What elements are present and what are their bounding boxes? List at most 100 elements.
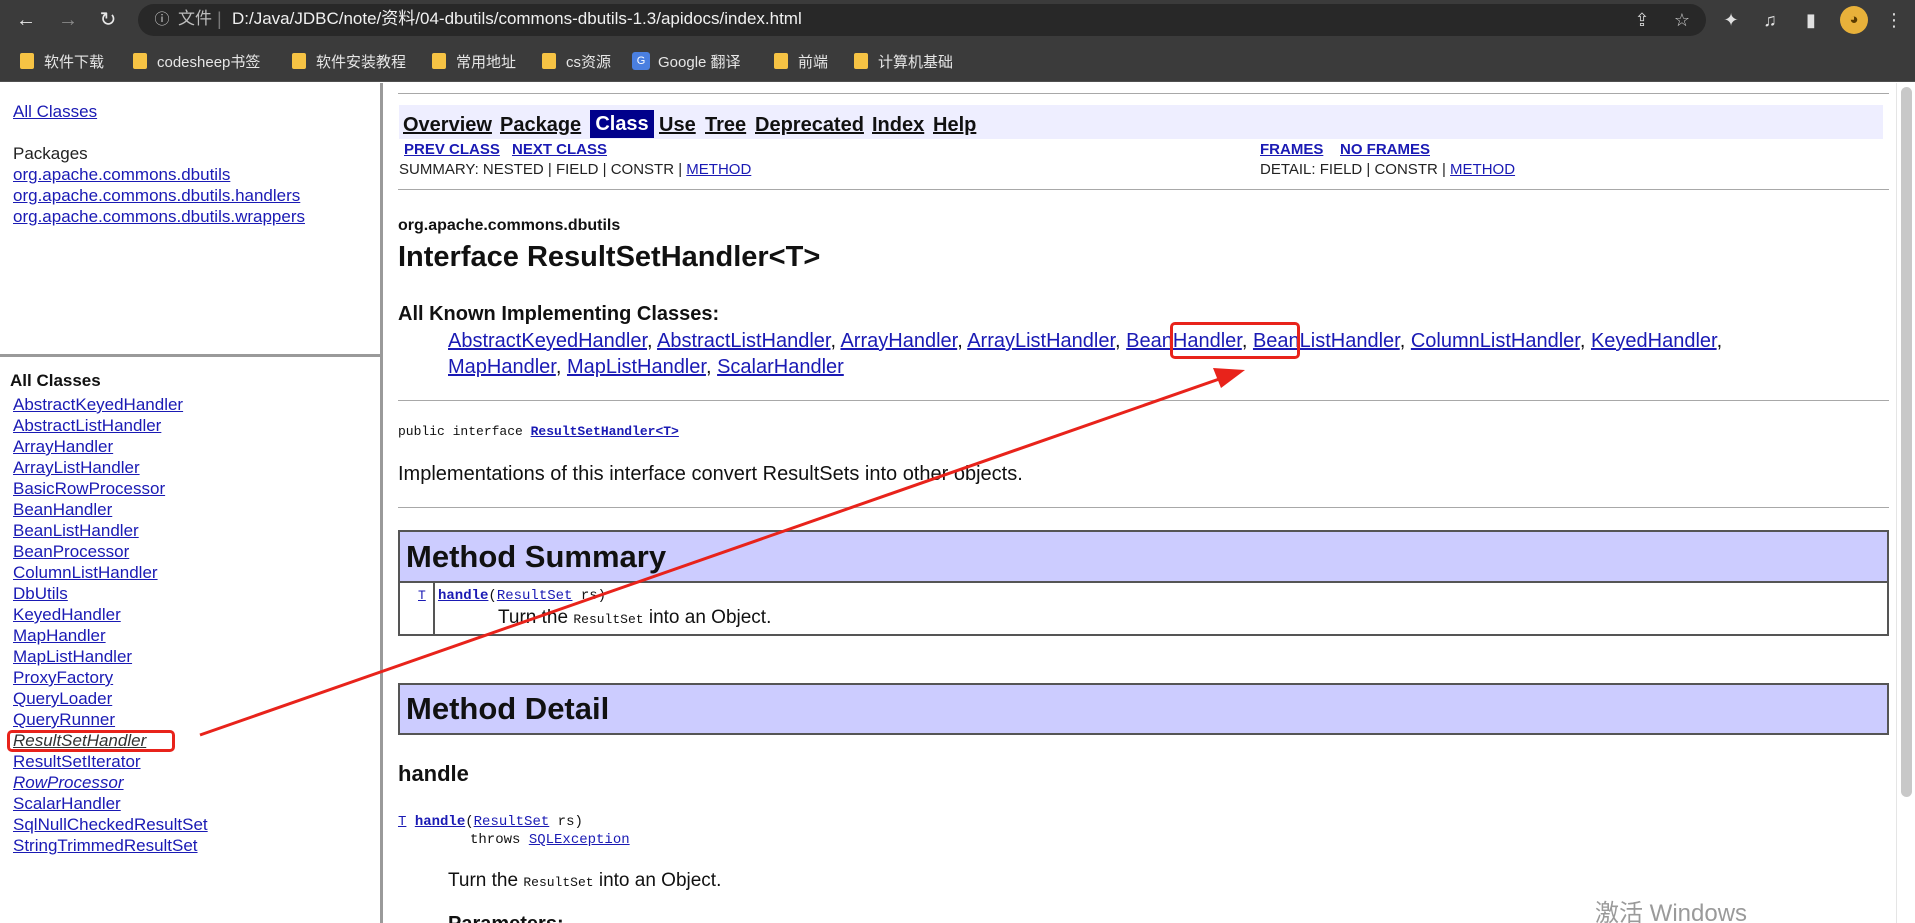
summary-method-link[interactable]: handle <box>438 588 488 604</box>
impl-class-link[interactable]: ArrayHandler <box>840 330 957 352</box>
detail-desc-b: into an Object. <box>593 870 722 891</box>
class-link[interactable]: StringTrimmedResultSet <box>13 836 198 856</box>
package-link[interactable]: org.apache.commons.dbutils.wrappers <box>13 207 305 227</box>
class-link[interactable]: ResultSetIterator <box>13 752 141 772</box>
nav-overview[interactable]: Overview <box>403 113 492 137</box>
detail-method-link[interactable]: METHOD <box>1450 161 1515 178</box>
bookmark-item[interactable]: 前端 <box>774 50 828 72</box>
bookmark-item[interactable]: 软件下载 <box>20 50 104 72</box>
class-link[interactable]: BeanListHandler <box>13 521 139 541</box>
annotation-highlight-beanhandler <box>1170 322 1300 359</box>
address-separator: | <box>217 9 222 29</box>
nav-package[interactable]: Package <box>500 113 581 137</box>
class-link[interactable]: ScalarHandler <box>13 794 121 814</box>
nav-index[interactable]: Index <box>872 113 924 137</box>
summary-type-link[interactable]: T <box>418 588 426 603</box>
detail-param-type-link[interactable]: ResultSet <box>474 814 550 830</box>
bookmark-item[interactable]: 计算机基础 <box>854 50 953 72</box>
nav-help[interactable]: Help <box>933 113 976 137</box>
folder-icon <box>854 53 868 69</box>
summary-desc-b: into an Object. <box>643 607 772 628</box>
impl-class-link[interactable]: ScalarHandler <box>717 356 844 378</box>
class-link[interactable]: BeanProcessor <box>13 542 129 562</box>
class-link[interactable]: QueryLoader <box>13 689 112 709</box>
impl-class-link[interactable]: ColumnListHandler <box>1411 330 1580 352</box>
reload-icon[interactable]: ↻ <box>96 8 120 32</box>
forward-arrow-icon[interactable]: → <box>56 8 80 32</box>
decl-link[interactable]: ResultSetHandler<T> <box>531 424 679 439</box>
all-classes-title: All Classes <box>10 371 101 390</box>
summary-param-type-link[interactable]: ResultSet <box>497 588 573 604</box>
class-link[interactable]: DbUtils <box>13 584 68 604</box>
method-summary-row: T handle(ResultSet rs) Turn the ResultSe… <box>400 583 1887 635</box>
class-link[interactable]: ArrayHandler <box>13 437 113 457</box>
class-link[interactable]: BasicRowProcessor <box>13 479 165 499</box>
nav-tree[interactable]: Tree <box>705 113 746 137</box>
media-control-icon[interactable]: ♫ <box>1758 8 1782 32</box>
nav-use[interactable]: Use <box>659 113 696 137</box>
folder-icon <box>774 53 788 69</box>
scrollbar[interactable] <box>1896 83 1915 923</box>
folder-icon <box>292 53 306 69</box>
impl-class-link[interactable]: MapListHandler <box>567 356 706 378</box>
class-link[interactable]: ProxyFactory <box>13 668 113 688</box>
class-link[interactable]: AbstractListHandler <box>13 416 161 436</box>
info-icon[interactable]: ⓘ <box>152 10 172 30</box>
divider <box>398 400 1889 401</box>
method-detail-heading: handle <box>398 761 469 786</box>
class-link[interactable]: RowProcessor <box>13 773 124 793</box>
class-link[interactable]: MapListHandler <box>13 647 132 667</box>
bookmark-item[interactable]: G Google 翻译 <box>632 50 741 72</box>
impl-class-link[interactable]: MapHandler <box>448 356 556 378</box>
no-frames-link[interactable]: NO FRAMES <box>1340 141 1430 159</box>
summary-nav: SUMMARY: NESTED | FIELD | CONSTR | METHO… <box>399 161 751 179</box>
detail-method-link[interactable]: handle <box>415 814 465 830</box>
side-panel-icon[interactable]: ▮ <box>1799 8 1823 32</box>
star-icon[interactable]: ☆ <box>1670 8 1694 32</box>
share-icon[interactable]: ⇪ <box>1630 8 1654 32</box>
sqlexception-link[interactable]: SQLException <box>529 832 630 848</box>
class-link[interactable]: ArrayListHandler <box>13 458 140 478</box>
extensions-icon[interactable]: ✦ <box>1719 8 1743 32</box>
bookmark-label: 软件安装教程 <box>316 53 407 71</box>
class-link[interactable]: QueryRunner <box>13 710 115 730</box>
detail-type-link[interactable]: T <box>398 814 406 830</box>
class-link[interactable]: KeyedHandler <box>13 605 121 625</box>
class-link[interactable]: SqlNullCheckedResultSet <box>13 815 208 835</box>
profile-avatar[interactable]: ◕ <box>1840 6 1868 34</box>
impl-class-link[interactable]: AbstractKeyedHandler <box>448 330 647 352</box>
method-summary-title: Method Summary <box>406 539 667 574</box>
frames-link[interactable]: FRAMES <box>1260 141 1323 159</box>
nav-deprecated[interactable]: Deprecated <box>755 113 864 137</box>
class-link[interactable]: AbstractKeyedHandler <box>13 395 183 415</box>
package-link[interactable]: org.apache.commons.dbutils.handlers <box>13 186 300 206</box>
impl-class-link[interactable]: AbstractListHandler <box>657 330 830 352</box>
bookmark-label: 计算机基础 <box>878 53 954 71</box>
bookmark-item[interactable]: 常用地址 <box>432 50 516 72</box>
back-arrow-icon[interactable]: ← <box>14 8 38 32</box>
class-link[interactable]: ColumnListHandler <box>13 563 158 583</box>
all-classes-link[interactable]: All Classes <box>13 102 97 122</box>
summary-description: Turn the ResultSet into an Object. <box>498 607 771 629</box>
bookmark-label: cs资源 <box>566 53 612 71</box>
summary-method-link[interactable]: METHOD <box>686 161 751 178</box>
summary-desc-code: ResultSet <box>573 612 644 627</box>
detail-desc-code: ResultSet <box>523 875 594 890</box>
impl-class-link[interactable]: KeyedHandler <box>1591 330 1717 352</box>
bookmark-item[interactable]: 软件安装教程 <box>292 50 406 72</box>
prev-class-link[interactable]: PREV CLASS <box>404 141 500 159</box>
scrollbar-thumb[interactable] <box>1901 87 1912 797</box>
browser-toolbar: ← → ↻ ⓘ 文件 | D:/Java/JDBC/note/资料/04-dbu… <box>0 0 1915 40</box>
url-text[interactable]: D:/Java/JDBC/note/资料/04-dbutils/commons-… <box>232 8 802 30</box>
more-menu-icon[interactable]: ⋮ <box>1882 8 1906 32</box>
next-class-link[interactable]: NEXT CLASS <box>512 141 607 159</box>
impl-class-link[interactable]: ArrayListHandler <box>967 330 1115 352</box>
class-link[interactable]: MapHandler <box>13 626 106 646</box>
bookmark-item[interactable]: codesheep书签 <box>133 50 260 72</box>
summary-param-name: rs) <box>572 588 607 604</box>
package-link[interactable]: org.apache.commons.dbutils <box>13 165 230 185</box>
class-link[interactable]: BeanHandler <box>13 500 112 520</box>
implementing-classes-line: AbstractKeyedHandler, AbstractListHandle… <box>448 330 1723 352</box>
bookmark-item[interactable]: cs资源 <box>542 50 611 72</box>
implementing-classes-line: MapHandler, MapListHandler, ScalarHandle… <box>448 356 844 378</box>
